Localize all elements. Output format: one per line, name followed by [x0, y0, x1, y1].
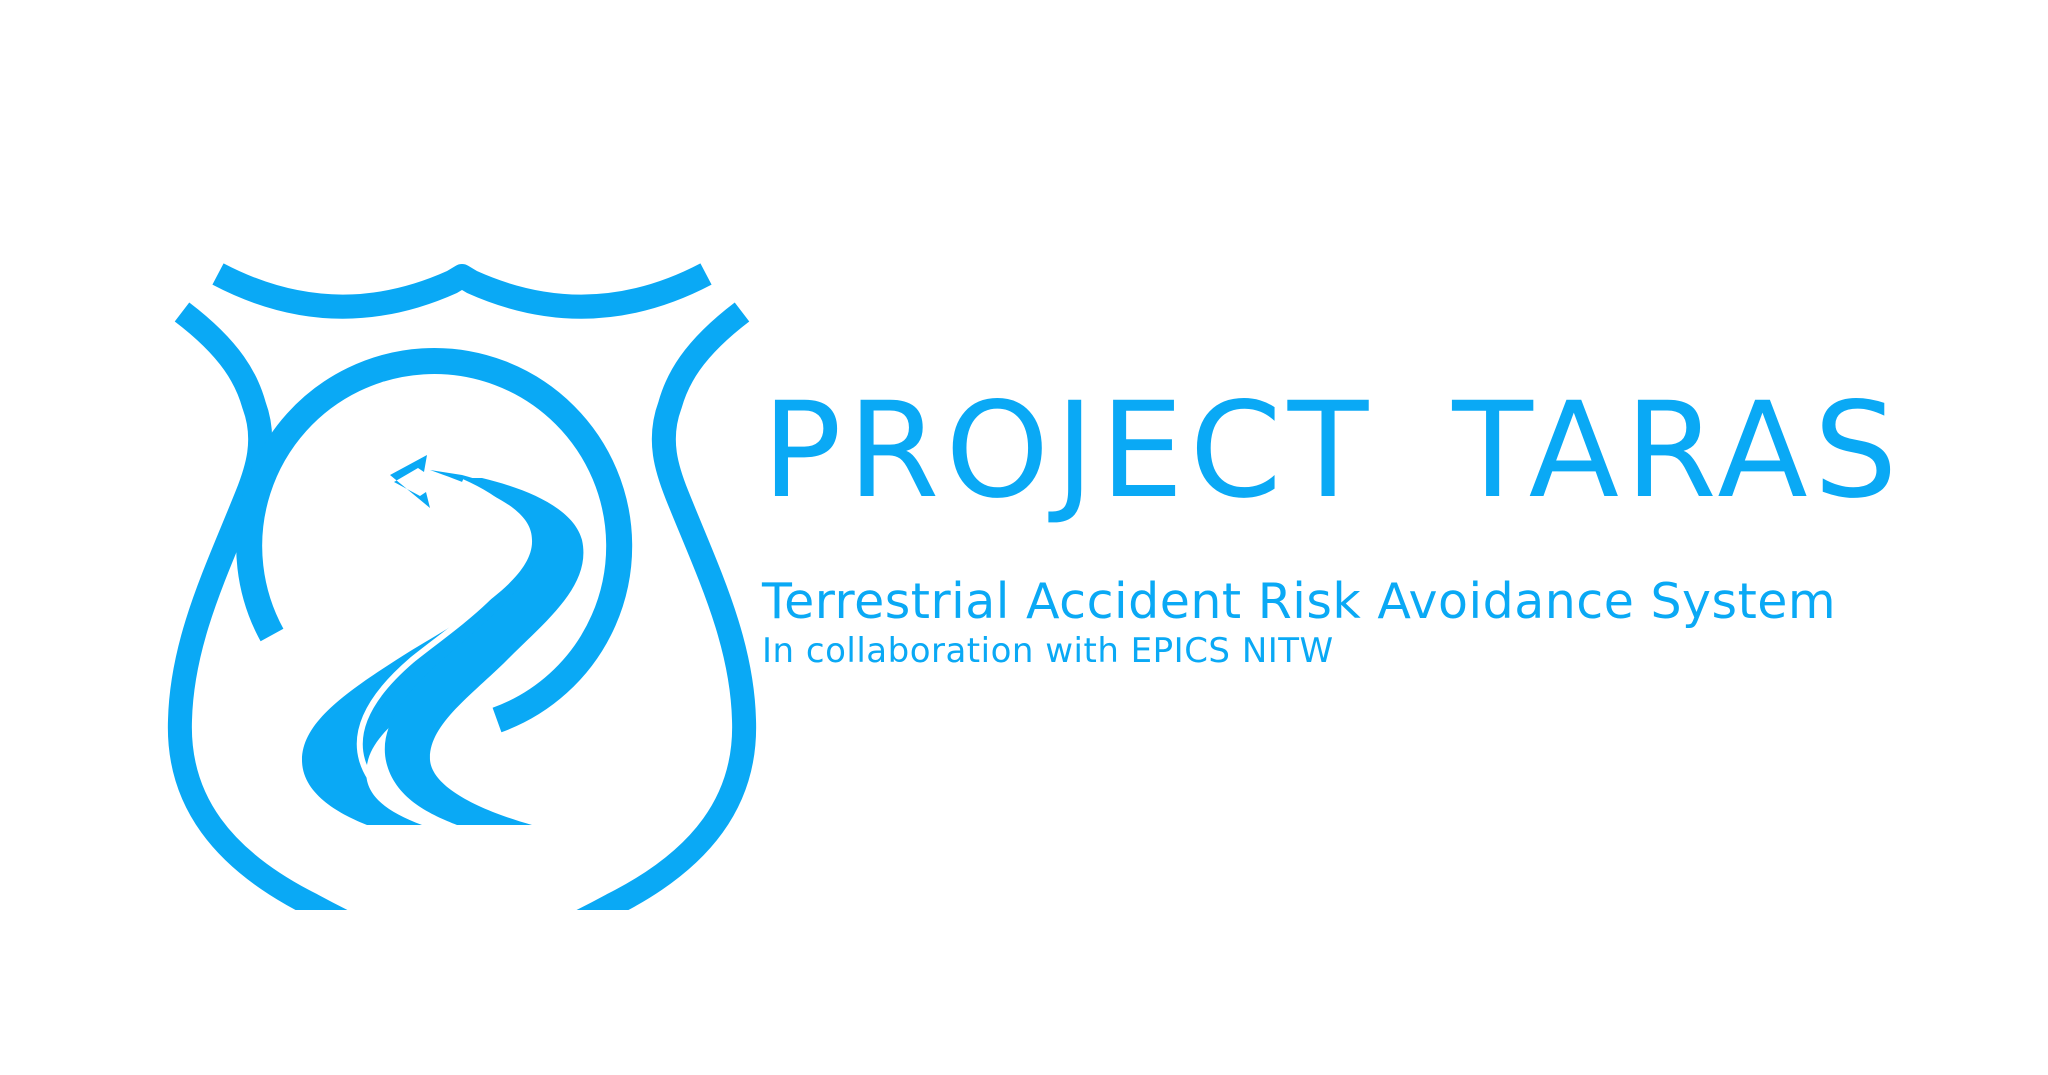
road-arrow	[390, 455, 430, 508]
page-title: PROJECT TARAS	[762, 374, 1904, 528]
brand-text: PROJECT TARAS Terrestrial Accident Risk …	[762, 385, 1962, 668]
subtitle: Terrestrial Accident Risk Avoidance Syst…	[762, 573, 1837, 630]
collaboration-note: In collaboration with EPICS NITW	[762, 631, 1334, 671]
logo-banner: PROJECT TARAS Terrestrial Accident Risk …	[0, 0, 2048, 1075]
shield-crest	[212, 263, 712, 319]
shield-road-icon	[167, 263, 757, 910]
road-body	[302, 470, 574, 825]
